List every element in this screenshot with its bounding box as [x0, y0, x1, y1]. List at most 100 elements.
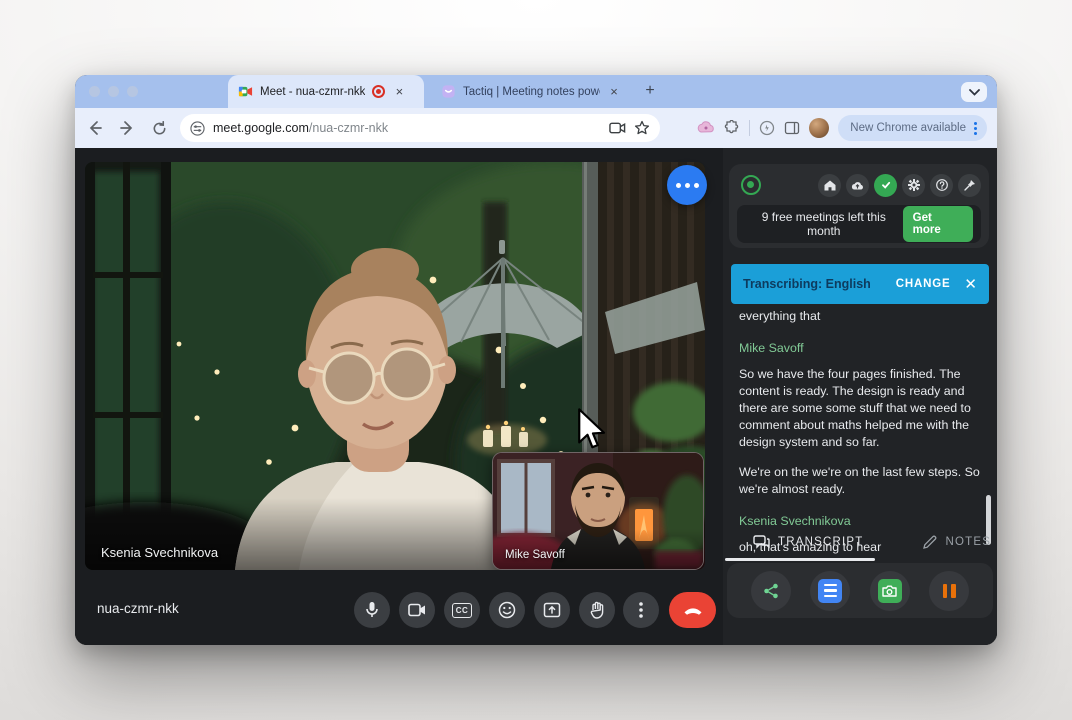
new-tab-button[interactable]: + [640, 81, 660, 101]
present-screen-icon [543, 601, 561, 619]
present-button[interactable] [534, 592, 570, 628]
url-path: /nua-czmr-nkk [309, 121, 388, 135]
chevron-down-icon [969, 89, 980, 96]
notes-pencil-icon [923, 535, 937, 549]
end-call-button[interactable] [669, 592, 716, 628]
reload-button[interactable] [147, 116, 171, 140]
browser-toolbar: meet.google.com/nua-czmr-nkk New Chrome … [75, 108, 997, 148]
profile-avatar[interactable] [809, 118, 829, 138]
tactiq-footer-actions [727, 563, 993, 618]
tab-tactiq[interactable]: Tactiq | Meeting notes powe × [431, 75, 631, 108]
desktop: Meet - nua-czmr-nkk × Tactiq | Meeting n… [0, 0, 1072, 720]
transcript-tab-label: TRANSCRIPT [778, 536, 863, 548]
main-video-tile[interactable]: Ksenia Svechnikova [85, 162, 705, 570]
tab-close-icon[interactable]: × [392, 85, 406, 99]
tab-strip: Meet - nua-czmr-nkk × Tactiq | Meeting n… [75, 75, 997, 108]
browser-menu-kebab-icon[interactable] [972, 120, 979, 137]
end-call-icon [683, 606, 703, 615]
pin-panel-button[interactable] [958, 174, 981, 197]
side-panel-icon[interactable] [784, 120, 800, 136]
free-meetings-banner: 9 free meetings left this month Get more [737, 205, 981, 243]
toolbar-separator [749, 120, 750, 136]
save-to-docs-button[interactable] [810, 571, 850, 611]
cloud-sync-button[interactable] [846, 174, 869, 197]
get-more-button[interactable]: Get more [903, 206, 973, 242]
camera-button[interactable] [399, 592, 435, 628]
meet-favicon [238, 84, 253, 99]
settings-button[interactable] [902, 174, 925, 197]
forward-arrow-icon [119, 120, 135, 136]
meet-controls-bar: nua-czmr-nkk CC [75, 585, 723, 637]
screenshot-camera-icon [878, 579, 902, 603]
tactiq-header-card: 9 free meetings left this month Get more [729, 164, 989, 248]
zoom-window-button[interactable] [127, 86, 138, 97]
home-button[interactable] [818, 174, 841, 197]
transcribing-label: Transcribing: English [743, 277, 871, 291]
browser-window: Meet - nua-czmr-nkk × Tactiq | Meeting n… [75, 75, 997, 645]
chrome-update-button[interactable]: New Chrome available [838, 115, 987, 141]
close-window-button[interactable] [89, 86, 100, 97]
window-traffic-lights[interactable] [89, 86, 138, 97]
shield-check-icon [881, 180, 891, 190]
tab-transcript[interactable]: TRANSCRIPT [753, 535, 863, 549]
privacy-shield-button[interactable] [874, 174, 897, 197]
bookmark-star-icon[interactable] [634, 120, 650, 136]
sidebar-tabs: TRANSCRIPT NOTES [723, 526, 997, 558]
page-content: Ksenia Svechnikova [75, 148, 997, 645]
pip-video-tile[interactable]: Mike Savoff [492, 452, 704, 570]
mic-button[interactable] [354, 592, 390, 628]
help-button[interactable] [930, 174, 953, 197]
kebab-menu-icon [639, 602, 643, 618]
back-arrow-icon [87, 120, 103, 136]
chrome-update-label: New Chrome available [850, 122, 966, 134]
minimize-window-button[interactable] [108, 86, 119, 97]
reactions-button[interactable] [489, 592, 525, 628]
url-host: meet.google.com [213, 121, 309, 135]
address-bar[interactable]: meet.google.com/nua-czmr-nkk [180, 114, 660, 142]
tactiq-favicon [441, 84, 456, 99]
extensions-area: New Chrome available [697, 114, 987, 142]
free-meetings-text: 9 free meetings left this month [745, 210, 903, 238]
share-button[interactable] [751, 571, 791, 611]
close-transcribing-bar-icon[interactable]: ✕ [964, 277, 977, 292]
transcript-partial-line: everything that [739, 308, 981, 325]
pause-icon [943, 584, 956, 598]
tactiq-sidebar: 9 free meetings left this month Get more… [723, 148, 997, 645]
speaker-name: Mike Savoff [739, 340, 981, 357]
participant-name-label: Ksenia Svechnikova [101, 545, 218, 560]
cloud-upload-icon [851, 180, 864, 190]
transcript-paragraph: We're on the we're on the last few steps… [739, 464, 981, 498]
chat-bubble-button[interactable] [667, 165, 707, 205]
tab-search-chevron-button[interactable] [961, 82, 987, 102]
raise-hand-button[interactable] [579, 592, 615, 628]
forward-button[interactable] [115, 116, 139, 140]
url-text[interactable]: meet.google.com/nua-czmr-nkk [213, 121, 601, 135]
screenshot-button[interactable] [870, 571, 910, 611]
more-options-button[interactable] [623, 592, 659, 628]
tactiq-logo-icon [741, 175, 761, 195]
back-button[interactable] [83, 116, 107, 140]
tab-meet[interactable]: Meet - nua-czmr-nkk × [228, 75, 424, 108]
tab-notes[interactable]: NOTES [923, 535, 991, 549]
tactiq-extension-icon[interactable] [697, 120, 715, 136]
tab-close-icon[interactable]: × [607, 85, 621, 99]
meeting-code-label: nua-czmr-nkk [97, 601, 179, 616]
tab-title: Tactiq | Meeting notes powe [463, 86, 600, 98]
camera-icon [408, 603, 426, 617]
notes-tab-label: NOTES [945, 536, 991, 548]
pause-transcription-button[interactable] [929, 571, 969, 611]
meet-stage: Ksenia Svechnikova [75, 148, 723, 645]
change-language-button[interactable]: CHANGE [896, 278, 951, 290]
emoji-icon [498, 601, 516, 619]
google-docs-icon [818, 579, 842, 603]
transcribing-bar: Transcribing: English CHANGE ✕ [731, 264, 989, 304]
extensions-puzzle-icon[interactable] [724, 120, 740, 136]
extension-badge-icon[interactable] [759, 120, 775, 136]
site-controls-icon[interactable] [190, 121, 205, 136]
recording-indicator-icon [372, 85, 385, 98]
share-icon [763, 583, 779, 599]
captions-button[interactable]: CC [444, 592, 480, 628]
hand-icon [589, 601, 605, 619]
camera-allowed-icon[interactable] [609, 121, 626, 135]
active-tab-underline [725, 558, 875, 561]
